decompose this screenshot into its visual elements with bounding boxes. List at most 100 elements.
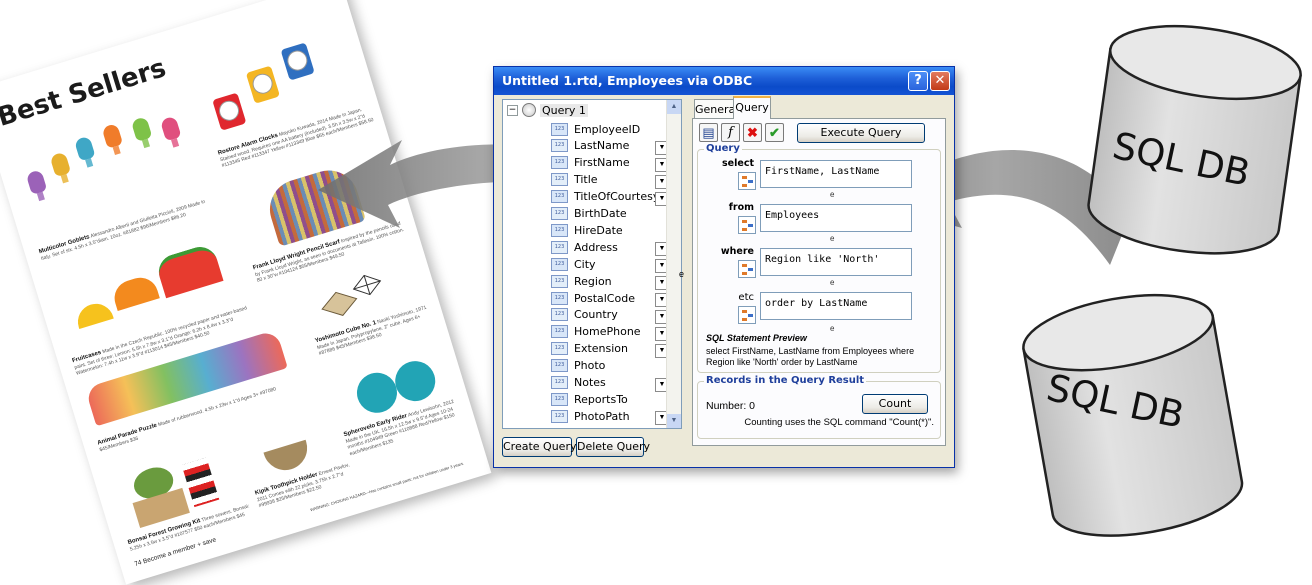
field-item[interactable]: 123 Country (551, 308, 618, 325)
field-icon: 123 (551, 257, 568, 271)
field-icon: 123 (551, 207, 568, 220)
query-tab-panel: ▤ f ✖ ✔ Execute Query Query select First… (679, 118, 946, 446)
delete-query-button[interactable]: Delete Query (576, 437, 650, 457)
query-group: Query select FirstName, LastName e from … (697, 143, 941, 373)
field-item[interactable]: 123 BirthDate (551, 207, 627, 224)
query-tree[interactable]: − Query 1 123 EmployeeID 123 LastName ▼ 123 Fir… (502, 99, 682, 429)
field-item[interactable]: 123 ReportsTo (551, 392, 628, 409)
scroll-up-icon[interactable]: ▲ (667, 100, 681, 114)
field-icon: 123 (551, 376, 568, 389)
field-icon: 123 (551, 409, 568, 423)
select-label: select (722, 158, 754, 169)
results-group: Records in the Query Result Number: 0 Co… (697, 375, 941, 439)
field-name: City (574, 257, 596, 271)
close-button[interactable]: ✕ (930, 71, 950, 91)
field-icon: 123 (551, 392, 568, 406)
field-icon: 123 (551, 308, 568, 322)
select-field[interactable]: FirstName, LastName (760, 160, 912, 188)
field-name: Photo (574, 359, 606, 373)
query-node-label: Query 1 (540, 103, 588, 117)
splitter-mark: e (679, 269, 685, 279)
etc-mark: e (830, 234, 835, 243)
field-name: Notes (574, 376, 606, 389)
from-label: from (728, 202, 754, 213)
field-item[interactable]: 123 Photo (551, 359, 605, 376)
from-builder-icon[interactable] (738, 216, 756, 234)
sql-preview-text: select FirstName, LastName from Employee… (706, 346, 915, 367)
query-group-title: Query (704, 143, 742, 154)
field-name: BirthDate (574, 207, 627, 220)
select-builder-icon[interactable] (738, 172, 756, 190)
execute-query-button[interactable]: Execute Query (797, 123, 925, 143)
title-bar[interactable]: Untitled 1.rtd, Employees via ODBC ? ✕ (494, 67, 954, 95)
delete-icon[interactable]: ✖ (743, 123, 762, 142)
etc-mark: e (830, 324, 835, 333)
count-button[interactable]: Count (862, 394, 928, 414)
field-item[interactable]: 123 HomePhone (551, 325, 641, 342)
field-name: Extension (574, 342, 629, 356)
tab-query[interactable]: Query (733, 96, 771, 119)
help-button[interactable]: ? (908, 71, 928, 91)
etc-mark: e (830, 278, 835, 287)
etc-label: etc (738, 292, 754, 303)
field-name: Country (574, 308, 618, 322)
field-icon: 123 (551, 325, 568, 339)
field-name: Title (574, 173, 598, 187)
results-group-title: Records in the Query Result (704, 375, 867, 386)
field-icon: 123 (551, 156, 568, 170)
field-icon: 123 (551, 190, 568, 204)
where-label: where (720, 246, 754, 257)
odbc-dialog: Untitled 1.rtd, Employees via ODBC ? ✕ −… (493, 66, 955, 468)
field-name: ReportsTo (574, 392, 628, 406)
tab-general[interactable]: General (694, 99, 738, 119)
field-item[interactable]: 123 LastName (551, 139, 629, 156)
field-item[interactable]: 123 PostalCode (551, 291, 635, 308)
field-name: HireDate (574, 223, 623, 237)
field-item[interactable]: 123 Address (551, 240, 618, 257)
etc-field[interactable]: order by LastName (760, 292, 912, 320)
record-count: Number: 0 (706, 400, 756, 412)
field-name: Region (574, 274, 612, 288)
field-item[interactable]: 123 FirstName (551, 156, 630, 173)
field-name: PhotoPath (574, 409, 630, 423)
field-name: PostalCode (574, 291, 635, 305)
field-item[interactable]: 123 Title (551, 173, 598, 190)
field-icon: 123 (551, 240, 568, 254)
create-query-button[interactable]: Create Query (502, 437, 576, 457)
field-item[interactable]: 123 EmployeeID (551, 122, 640, 139)
field-icon: 123 (551, 274, 568, 288)
from-field[interactable]: Employees (760, 204, 912, 232)
scroll-down-icon[interactable]: ▼ (667, 414, 681, 428)
etc-mark: e (830, 190, 835, 199)
field-item[interactable]: 123 Extension (551, 342, 628, 359)
field-icon: 123 (551, 173, 568, 187)
field-name: Address (574, 240, 618, 254)
collapse-icon[interactable]: − (507, 104, 518, 116)
tree-scrollbar[interactable]: ▲ ▼ (666, 100, 681, 428)
function-icon[interactable]: f (721, 123, 740, 142)
query-node[interactable]: − Query 1 (507, 103, 588, 120)
field-name: EmployeeID (574, 122, 641, 136)
field-icon: 123 (551, 122, 568, 136)
field-item[interactable]: 123 TitleOfCourtesy (551, 190, 659, 207)
where-field[interactable]: Region like 'North' (760, 248, 912, 276)
etc-builder-icon[interactable] (738, 306, 756, 324)
field-icon: 123 (551, 139, 568, 153)
field-item[interactable]: 123 PhotoPath (551, 409, 630, 426)
where-builder-icon[interactable] (738, 260, 756, 278)
check-icon[interactable]: ✔ (765, 123, 784, 142)
count-note: Counting uses the SQL command "Count(*)"… (744, 417, 934, 428)
field-icon: 123 (551, 342, 568, 356)
field-icon: 123 (551, 359, 568, 373)
field-item[interactable]: 123 HireDate (551, 223, 623, 240)
field-item[interactable]: 123 Region (551, 274, 612, 291)
field-name: FirstName (574, 156, 630, 170)
field-item[interactable]: 123 City (551, 257, 596, 274)
field-icon: 123 (551, 223, 568, 237)
field-icon: 123 (551, 291, 568, 305)
field-name: HomePhone (574, 325, 641, 339)
field-item[interactable]: 123 Notes (551, 376, 606, 393)
sql-view-icon[interactable]: ▤ (699, 123, 718, 142)
query-icon (522, 103, 536, 117)
sql-preview-label: SQL Statement Preview (706, 333, 807, 343)
